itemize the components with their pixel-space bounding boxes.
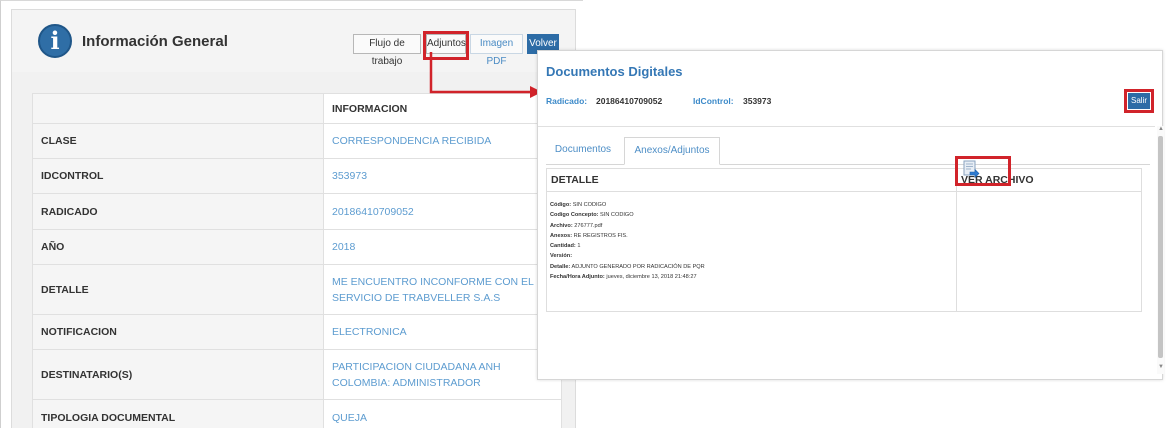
detail-value: ADJUNTO GENERADO POR RADICACIÓN DE PQR	[571, 263, 705, 270]
workflow-button[interactable]: Flujo de trabajo	[353, 34, 421, 67]
dialog-title: Documentos Digitales	[546, 64, 683, 79]
detail-list: Código: SIN CODIGO Codigo Concepto: SIN …	[547, 192, 956, 290]
row-label: CLASE	[32, 123, 324, 159]
detail-value: RE REGISTROS FIS.	[573, 232, 628, 239]
detail-value: 1	[577, 243, 581, 250]
detail-line-version: Versión:	[550, 251, 953, 261]
row-value-link[interactable]: 20186410709052	[323, 193, 562, 230]
row-value-link[interactable]: ELECTRONICA	[323, 314, 562, 350]
documents-content-area: Documentos Anexos/Adjuntos DETALLE VER A…	[538, 126, 1155, 374]
tab-documentos[interactable]: Documentos	[548, 137, 618, 165]
pdf-image-button[interactable]: Imagen PDF	[470, 34, 523, 67]
attachments-table-header: DETALLE VER ARCHIVO	[546, 168, 1142, 192]
table-row: RADICADO 20186410709052	[32, 193, 562, 230]
detail-line-anexos: Anexos: RE REGISTROS FIS.	[550, 231, 953, 241]
detail-label: Anexos:	[550, 232, 573, 239]
tab-anexos-adjuntos[interactable]: Anexos/Adjuntos	[624, 137, 720, 165]
detail-line-archivo: Archivo: 276777.pdf	[550, 221, 953, 231]
view-file-cell	[956, 191, 1142, 312]
detail-value: SIN CODIGO	[600, 212, 634, 219]
idcontrol-value: 353973	[743, 96, 772, 106]
detail-line-fecha-hora: Fecha/Hora Adjunto: jueves, diciembre 13…	[550, 272, 953, 282]
file-highlight-box	[955, 156, 1011, 186]
row-value-link[interactable]: QUEJA	[323, 399, 562, 428]
detail-value: 276777.pdf	[574, 222, 603, 229]
row-value-link[interactable]: PARTICIPACION CIUDADANA ANH COLOMBIA: AD…	[323, 349, 562, 400]
scrollbar-thumb[interactable]	[1158, 136, 1163, 358]
detail-label: Detalle:	[550, 263, 571, 270]
table-row: TIPOLOGIA DOCUMENTAL QUEJA	[32, 399, 562, 428]
row-label: AÑO	[32, 229, 324, 265]
table-row: DETALLE ME ENCUENTRO INCONFORME CON EL S…	[32, 264, 562, 315]
row-label: RADICADO	[32, 193, 324, 230]
general-info-window: i Información General Flujo de trabajo A…	[0, 0, 583, 428]
detail-label: Cantidad:	[550, 243, 576, 250]
general-info-panel: i Información General Flujo de trabajo A…	[11, 9, 576, 428]
detail-cell: Código: SIN CODIGO Codigo Concepto: SIN …	[546, 191, 957, 312]
exit-highlight-box	[1124, 89, 1154, 113]
detail-line-codigo: Código: SIN CODIGO	[550, 200, 953, 210]
column-header-detalle: DETALLE	[546, 168, 957, 192]
general-info-table: INFORMACION CLASE CORRESPONDENCIA RECIBI…	[32, 93, 562, 428]
table-header-cell-empty	[32, 93, 324, 124]
digital-documents-dialog: Documentos Digitales Radicado: 201864107…	[537, 50, 1164, 380]
info-icon: i	[38, 24, 72, 58]
general-info-header: i Información General Flujo de trabajo A…	[12, 10, 575, 72]
attachments-table: DETALLE VER ARCHIVO Código: SIN CODIGO C…	[546, 168, 1142, 312]
detail-label: Archivo:	[550, 222, 573, 229]
scroll-down-arrow-icon[interactable]: ▼	[1158, 364, 1164, 370]
table-row: DESTINATARIO(S) PARTICIPACION CIUDADANA …	[32, 349, 562, 400]
radicado-label: Radicado:	[546, 96, 588, 106]
row-label: NOTIFICACION	[32, 314, 324, 350]
row-label: DETALLE	[32, 264, 324, 315]
row-value-link[interactable]: ME ENCUENTRO INCONFORME CON EL SERVICIO …	[323, 264, 562, 315]
detail-label: Fecha/Hora Adjunto:	[550, 274, 605, 281]
row-label: IDCONTROL	[32, 158, 324, 194]
vertical-scrollbar[interactable]: ▲ ▼	[1157, 126, 1164, 374]
attachments-highlight-box	[423, 31, 469, 60]
row-label: TIPOLOGIA DOCUMENTAL	[32, 399, 324, 428]
page-title: Información General	[82, 33, 228, 50]
screenshot-root: i Información General Flujo de trabajo A…	[0, 0, 1173, 428]
table-header-info: INFORMACION	[323, 93, 562, 124]
table-row: IDCONTROL 353973	[32, 158, 562, 194]
detail-value: jueves, diciembre 13, 2018 21:48:27	[606, 274, 697, 281]
detail-label: Versión:	[550, 253, 573, 260]
table-header-row: INFORMACION	[32, 93, 562, 124]
table-row: NOTIFICACION ELECTRONICA	[32, 314, 562, 350]
row-label: DESTINATARIO(S)	[32, 349, 324, 400]
table-row: AÑO 2018	[32, 229, 562, 265]
row-value-link[interactable]: 2018	[323, 229, 562, 265]
radicado-value: 20186410709052	[596, 96, 663, 106]
row-value-link[interactable]: CORRESPONDENCIA RECIBIDA	[323, 123, 562, 159]
table-row: CLASE CORRESPONDENCIA RECIBIDA	[32, 123, 562, 159]
detail-label: Codigo Concepto:	[550, 212, 599, 219]
detail-line-codigo-concepto: Codigo Concepto: SIN CODIGO	[550, 210, 953, 220]
idcontrol-label: IdControl:	[693, 96, 734, 106]
row-value-link[interactable]: 353973	[323, 158, 562, 194]
detail-line-cantidad: Cantidad: 1	[550, 241, 953, 251]
detail-line-detalle: Detalle: ADJUNTO GENERADO POR RADICACIÓN…	[550, 262, 953, 272]
scroll-up-arrow-icon[interactable]: ▲	[1158, 126, 1164, 132]
table-row: Código: SIN CODIGO Codigo Concepto: SIN …	[546, 191, 1142, 312]
detail-label: Código:	[550, 202, 572, 208]
detail-value: SIN CODIGO	[572, 202, 607, 208]
